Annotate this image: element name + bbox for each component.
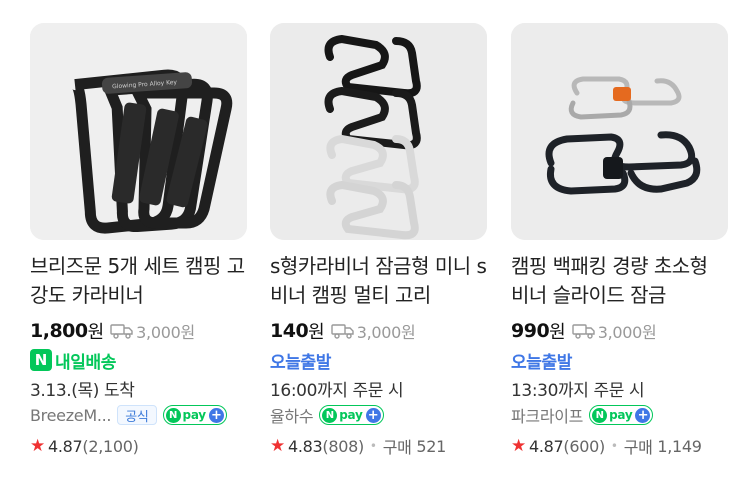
product-title[interactable]: 브리즈문 5개 세트 캠핑 고강도 카라비너 [30, 252, 247, 310]
delivery-badge-row: 오늘출발 [511, 348, 728, 373]
price-unit: 원 [87, 322, 105, 343]
purchase-count: 1,149 [657, 436, 702, 456]
price-row: 1,800 원 3,000원 [30, 319, 247, 343]
npay-plus-icon: + [208, 407, 224, 423]
truck-icon [572, 323, 596, 339]
seller-name[interactable]: 파크라이프 [511, 403, 583, 427]
rating-row: ★ 4.87 (600) • 구매 1,149 [511, 434, 728, 458]
official-badge: 공식 [117, 405, 157, 425]
price-unit: 원 [549, 322, 566, 343]
price: 990 [511, 320, 550, 342]
naver-n-icon: N [30, 349, 52, 371]
product-card[interactable]: 캠핑 백패킹 경량 초소형 비너 슬라이드 잠금 990 원 3,000원 오늘출… [511, 23, 728, 477]
npay-label: pay [182, 408, 207, 422]
rating-score: 4.87 [528, 436, 564, 456]
delivery-info: 3.13.(목) 도착 [30, 380, 135, 401]
separator-dot: • [610, 439, 618, 453]
npay-label: pay [609, 408, 633, 422]
rating-score: 4.83 [287, 436, 323, 456]
delivery-info: 16:00까지 주문 시 [270, 380, 404, 401]
rating-score: 4.87 [47, 436, 83, 456]
npay-icon: Npay + [319, 405, 384, 425]
delivery-badge-row: N 내일배송 [30, 348, 247, 373]
purchase-count: 521 [416, 436, 446, 456]
delivery-label: 내일배송 [55, 352, 116, 373]
price-row: 140 원 3,000원 [270, 319, 487, 343]
price-row: 990 원 3,000원 [511, 319, 728, 343]
product-title[interactable]: s형카라비너 잠금형 미니 s비너 캠핑 멀티 고리 [270, 252, 487, 310]
npay-plus-icon: + [635, 407, 651, 423]
npay-icon: Npay + [162, 405, 227, 425]
rating-row: ★ 4.83 (808) • 구매 521 [270, 434, 487, 458]
purchase-label: 구매 [382, 438, 412, 457]
seller-name[interactable]: 율하수 [270, 403, 314, 427]
separator-dot: • [369, 439, 377, 453]
seller-name[interactable]: BreezeM... [30, 406, 112, 425]
delivery-info: 13:30까지 주문 시 [511, 380, 645, 401]
seller-row: BreezeM... 공식 Npay + [30, 402, 247, 428]
npay-n: N [165, 407, 181, 423]
star-icon: ★ [511, 436, 526, 456]
product-card[interactable]: s형카라비너 잠금형 미니 s비너 캠핑 멀티 고리 140 원 3,000원 오… [270, 23, 487, 477]
npay-plus-icon: + [365, 407, 381, 423]
product-grid: Glowing Pro Alloy Key 브리즈문 5개 세트 캠핑 고강도 … [30, 23, 728, 477]
price: 1,800 [30, 320, 88, 342]
delivery-label: 오늘출발 [270, 352, 331, 373]
shipping-fee: 3,000원 [597, 323, 657, 342]
npay-n: N [322, 407, 338, 423]
delivery-badge-row: 오늘출발 [270, 348, 487, 373]
product-card[interactable]: Glowing Pro Alloy Key 브리즈문 5개 세트 캠핑 고강도 … [30, 23, 247, 477]
product-image[interactable] [270, 23, 487, 240]
delivery-label: 오늘출발 [511, 352, 572, 373]
npay-label: pay [339, 408, 363, 422]
rating-row: ★ 4.87 (2,100) [30, 434, 247, 458]
product-image[interactable]: Glowing Pro Alloy Key [30, 23, 247, 240]
npay-n: N [592, 407, 608, 423]
purchase-label: 구매 [623, 438, 653, 457]
shipping-fee: 3,000원 [356, 323, 416, 342]
price: 140 [270, 320, 309, 342]
npay-icon: Npay + [589, 405, 654, 425]
product-title[interactable]: 캠핑 백패킹 경량 초소형 비너 슬라이드 잠금 [511, 252, 728, 310]
price-unit: 원 [308, 322, 325, 343]
product-image[interactable] [511, 23, 728, 240]
truck-icon [331, 323, 355, 339]
star-icon: ★ [270, 436, 285, 456]
truck-icon [110, 323, 134, 339]
seller-row: 율하수 Npay + [270, 402, 487, 428]
review-count[interactable]: (2,100) [82, 437, 139, 456]
seller-row: 파크라이프 Npay + [511, 402, 728, 428]
review-count[interactable]: (600) [563, 437, 605, 456]
star-icon: ★ [30, 436, 45, 456]
review-count[interactable]: (808) [322, 437, 364, 456]
shipping-fee: 3,000원 [136, 323, 195, 342]
